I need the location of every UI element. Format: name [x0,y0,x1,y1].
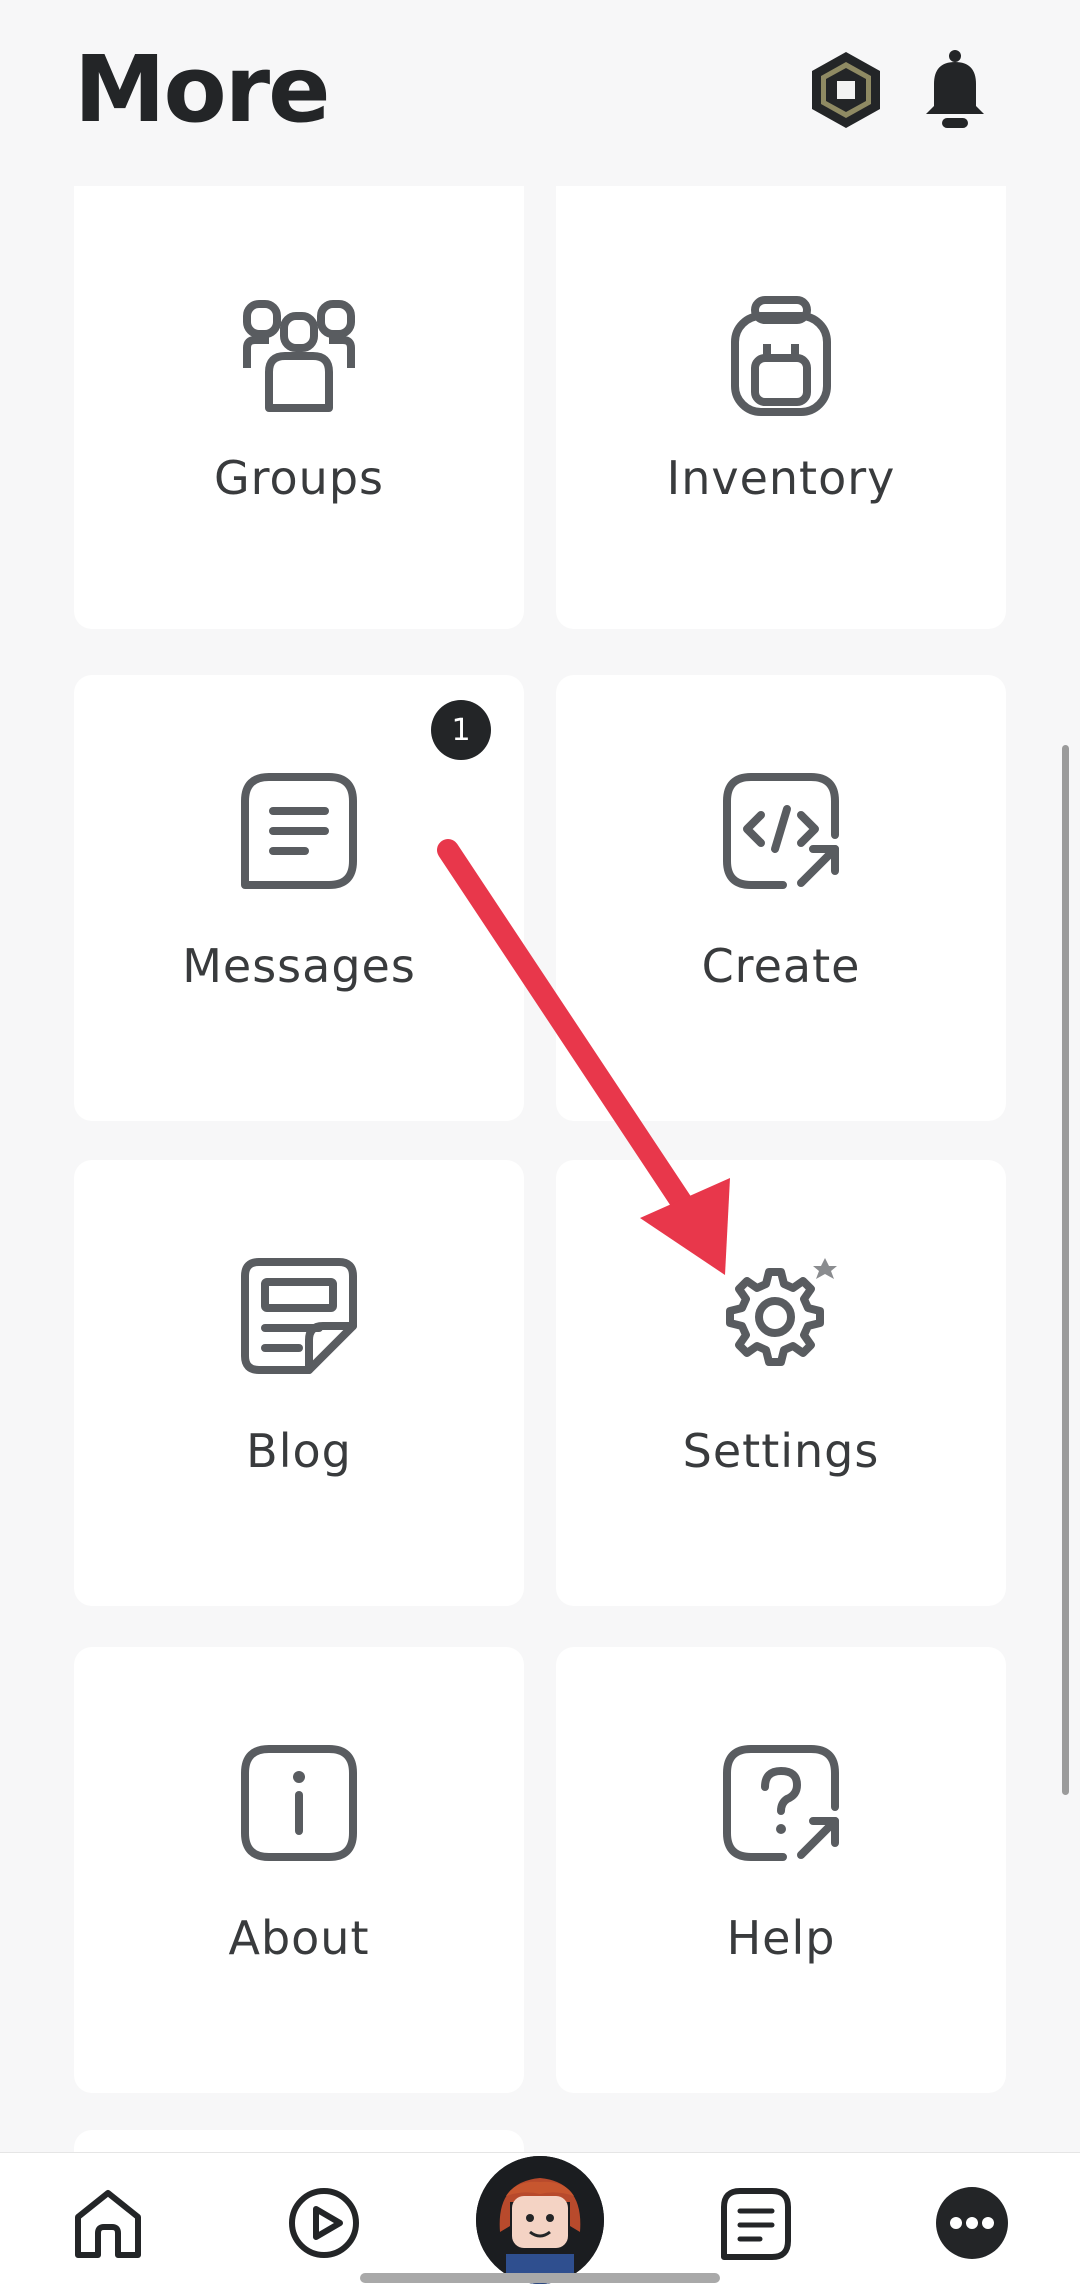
info-icon [241,1745,357,1861]
messages-icon [241,773,357,889]
messages-tile[interactable]: 1 Messages [74,675,524,1121]
tile-label: Inventory [666,451,896,505]
create-tile[interactable]: Create [556,675,1006,1121]
settings-gear-icon [726,1258,837,1366]
home-icon[interactable] [68,2183,148,2263]
backpack-icon [731,296,831,416]
groups-icon [243,300,355,412]
tile-label: Messages [182,939,416,993]
create-code-icon [723,773,839,889]
tile-label: Create [701,939,861,993]
settings-tile[interactable]: Settings [556,1160,1006,1606]
avatar[interactable] [476,2156,604,2284]
scrollbar[interactable] [1062,745,1069,1795]
tile-label: Help [726,1911,836,1965]
blog-tile[interactable]: Blog [74,1160,524,1606]
home-indicator[interactable] [360,2273,720,2283]
about-tile[interactable]: About [74,1647,524,2093]
tile-label: Settings [682,1424,880,1478]
help-tile[interactable]: Help [556,1647,1006,2093]
blog-icon [241,1258,357,1374]
help-icon [723,1745,839,1861]
notification-badge: 1 [431,700,491,760]
chat-icon[interactable] [716,2183,796,2263]
tile-label: About [228,1911,370,1965]
more-menu-grid: Groups Inventory 1 Messages Create Blog … [0,0,1080,2170]
inventory-tile[interactable]: Inventory [556,186,1006,629]
groups-tile[interactable]: Groups [74,186,524,629]
tile-label: Groups [213,451,384,505]
play-icon[interactable] [284,2183,364,2263]
tile-label: Blog [246,1424,352,1478]
more-icon[interactable] [932,2183,1012,2263]
